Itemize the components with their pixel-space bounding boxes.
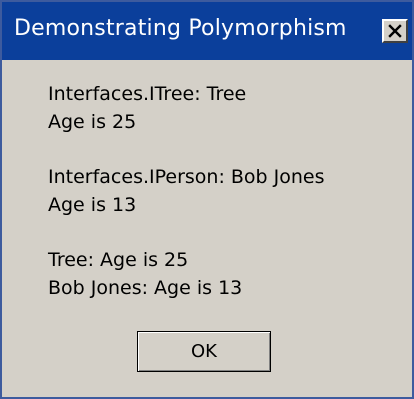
close-button[interactable] [382,19,408,43]
message-line-4: Age is 13 [48,194,137,216]
window-title: Demonstrating Polymorphism [14,16,347,41]
message-dialog: Demonstrating Polymorphism Interfaces.IT… [0,0,414,399]
message-line-3: Interfaces.IPerson: Bob Jones [48,166,325,188]
title-bar[interactable]: Demonstrating Polymorphism [2,2,412,60]
message-line-1: Interfaces.ITree: Tree [48,83,247,105]
message-line-5: Tree: Age is 25 [48,249,189,271]
close-icon [388,24,402,38]
ok-button[interactable]: OK [137,331,271,372]
message-line-6: Bob Jones: Age is 13 [48,277,243,299]
message-line-2: Age is 25 [48,111,137,133]
message-text: Interfaces.ITree: Tree Age is 25 Interfa… [48,80,325,302]
